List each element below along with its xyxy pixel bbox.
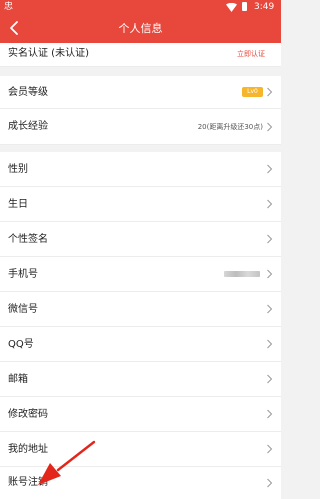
chevron-right-icon [267,87,273,97]
realname-row[interactable]: 实名认证 (未认证) 立即认证 [0,43,281,67]
birthday-label: 生日 [8,199,28,210]
app-notification-glyph: 忠 [4,2,14,12]
wifi-icon [226,3,237,12]
chevron-right-icon [267,374,273,384]
realname-label: 实名认证 (未认证) [8,48,89,59]
qq-row[interactable]: QQ号 [0,327,281,362]
chevron-right-icon [267,304,273,314]
chevron-right-icon [267,122,273,131]
signature-label: 个性签名 [8,234,48,245]
email-row[interactable]: 邮箱 [0,362,281,397]
section-divider [0,67,281,76]
email-label: 邮箱 [8,374,28,385]
change-password-row[interactable]: 修改密码 [0,397,281,432]
battery-icon [242,2,247,11]
status-bar: 忠 3:49 [0,0,281,14]
header-bar: 个人信息 [0,14,281,43]
chevron-right-icon [267,164,273,174]
address-label: 我的地址 [8,444,48,455]
status-time: 3:49 [254,2,275,12]
change-password-label: 修改密码 [8,409,48,420]
signature-row[interactable]: 个性签名 [0,222,281,257]
chevron-right-icon [267,199,273,209]
cancel-account-row[interactable]: 账号注销 [0,467,281,499]
cancel-account-label: 账号注销 [8,477,48,488]
birthday-row[interactable]: 生日 [0,187,281,222]
chevron-right-icon [267,234,273,244]
growth-row[interactable]: 成长经验 20(距离升级还30点) [0,109,281,145]
phone-label: 手机号 [8,269,38,280]
wechat-label: 微信号 [8,304,38,315]
wechat-row[interactable]: 微信号 [0,292,281,327]
realname-verify-link[interactable]: 立即认证 [237,43,265,65]
phone-row[interactable]: 手机号 [0,257,281,292]
qq-label: QQ号 [8,339,34,350]
chevron-right-icon [267,269,273,279]
address-row[interactable]: 我的地址 [0,432,281,467]
level-badge: Lv0 [242,87,263,97]
growth-value: 20(距离升级还30点) [197,123,263,131]
chevron-right-icon [267,478,273,488]
phone-number-redacted [224,271,260,277]
chevron-right-icon [267,444,273,454]
gender-row[interactable]: 性别 [0,152,281,187]
gender-label: 性别 [8,164,28,175]
page-title: 个人信息 [118,22,163,35]
growth-label: 成长经验 [8,121,48,132]
chevron-right-icon [267,339,273,349]
member-level-row[interactable]: 会员等级 Lv0 [0,76,281,109]
chevron-right-icon [267,409,273,419]
section-divider [0,145,281,152]
member-level-label: 会员等级 [8,87,48,98]
